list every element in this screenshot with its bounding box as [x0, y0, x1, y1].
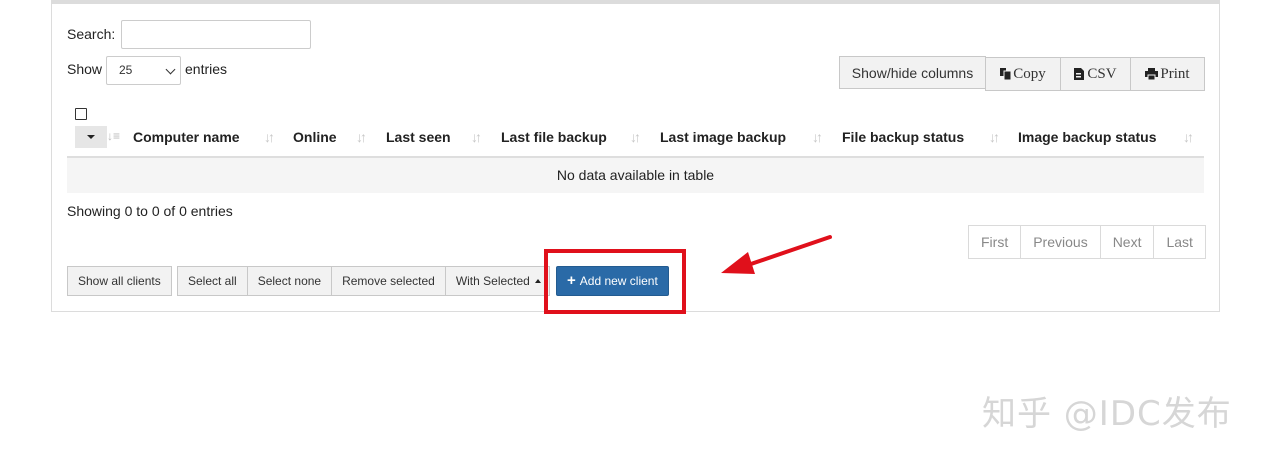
- empty-message: No data available in table: [556, 167, 715, 183]
- caret-down-icon: [87, 135, 95, 139]
- file-icon: [1074, 68, 1085, 80]
- sort-icon: ↓↑: [471, 129, 482, 145]
- csv-label: CSV: [1087, 65, 1117, 82]
- show-all-clients-button[interactable]: Show all clients: [67, 266, 172, 296]
- sort-icon: ↓≡: [107, 129, 121, 143]
- pagination: First Previous Next Last: [968, 225, 1206, 259]
- show-hide-columns-button[interactable]: Show/hide columns: [839, 56, 986, 89]
- sort-icon: ↓↑: [630, 129, 641, 145]
- column-header-last-seen[interactable]: Last seen: [386, 129, 451, 145]
- column-header-last-file-backup[interactable]: Last file backup: [501, 129, 607, 145]
- table-info: Showing 0 to 0 of 0 entries: [67, 203, 233, 219]
- caret-up-icon: [534, 279, 541, 283]
- entries-per-page-select[interactable]: 25: [106, 56, 181, 85]
- column-header-computer-name[interactable]: Computer name: [133, 129, 240, 145]
- print-label: Print: [1160, 65, 1190, 82]
- column-header-image-backup-status[interactable]: Image backup status: [1018, 129, 1157, 145]
- select-all-checkbox[interactable]: [75, 108, 87, 120]
- watermark: 知乎 @IDC发布: [982, 394, 1232, 434]
- csv-button[interactable]: CSV: [1060, 57, 1131, 91]
- search-input[interactable]: [121, 20, 311, 49]
- column-header-online[interactable]: Online: [293, 129, 337, 145]
- print-icon: [1145, 68, 1159, 80]
- with-selected-dropdown[interactable]: With Selected: [444, 266, 550, 296]
- with-selected-label: With Selected: [455, 274, 530, 288]
- selection-actions-group: Select all Select none Remove selected W…: [177, 266, 550, 296]
- remove-selected-button[interactable]: Remove selected: [331, 266, 446, 296]
- sort-icon: ↓↑: [264, 129, 275, 145]
- show-hide-columns-label: Show/hide columns: [851, 64, 974, 81]
- show-all-group: Show all clients: [67, 266, 172, 296]
- row-options-toggle[interactable]: [75, 126, 107, 148]
- print-button[interactable]: Print: [1130, 57, 1205, 91]
- table-empty-row: No data available in table: [67, 158, 1204, 193]
- export-toolbar: Show/hide columns Copy CSV Print: [839, 56, 1205, 91]
- pagination-last[interactable]: Last: [1153, 225, 1206, 259]
- pagination-first[interactable]: First: [968, 225, 1022, 259]
- pagination-next[interactable]: Next: [1099, 225, 1155, 259]
- entries-per-page-value: 25: [119, 63, 133, 77]
- select-all-button[interactable]: Select all: [177, 266, 248, 296]
- copy-label: Copy: [1013, 65, 1046, 82]
- column-header-last-image-backup[interactable]: Last image backup: [660, 129, 786, 145]
- entries-label: entries: [185, 61, 228, 77]
- chevron-down-icon: [165, 64, 176, 75]
- copy-icon: [1000, 68, 1012, 80]
- sort-icon: ↓↑: [1183, 129, 1194, 145]
- sort-icon: ↓↑: [356, 129, 367, 145]
- copy-button[interactable]: Copy: [985, 57, 1061, 91]
- select-none-button[interactable]: Select none: [246, 266, 333, 296]
- search-label: Search:: [67, 26, 116, 42]
- sort-icon: ↓↑: [812, 129, 823, 145]
- show-label: Show: [67, 61, 103, 77]
- column-header-file-backup-status[interactable]: File backup status: [842, 129, 964, 145]
- sort-icon: ↓↑: [989, 129, 1000, 145]
- pagination-previous[interactable]: Previous: [1020, 225, 1101, 259]
- annotation-arrow-icon: [721, 235, 832, 274]
- annotation-highlight-box: [544, 249, 686, 314]
